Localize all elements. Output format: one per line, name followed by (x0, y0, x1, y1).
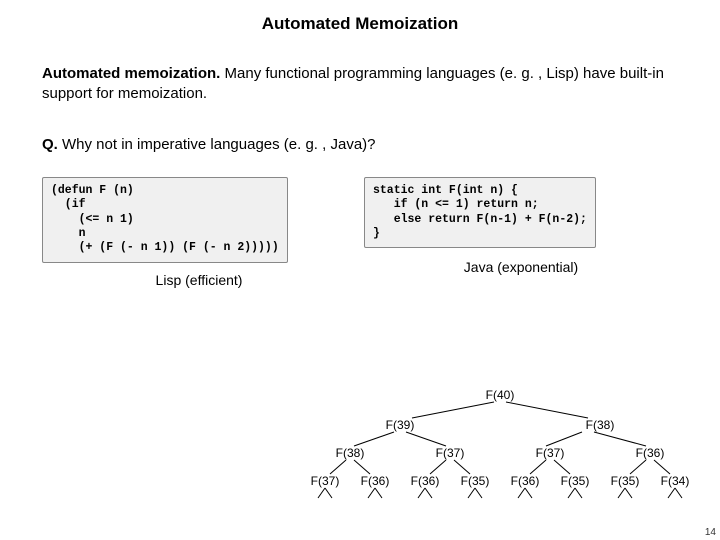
tree-node-l4-5: F(35) (561, 474, 590, 488)
java-column: static int F(int n) { if (n <= 1) return… (356, 177, 678, 277)
tree-node-l4-3: F(35) (461, 474, 490, 488)
tree-node-l4-7: F(34) (661, 474, 690, 488)
tree-node-l4-6: F(35) (611, 474, 640, 488)
question-text: Why not in imperative languages (e. g. ,… (58, 136, 376, 153)
slide-body: Automated memoization. Many functional p… (0, 64, 720, 290)
tree-node-l4-1: F(36) (361, 474, 390, 488)
recursion-tree: F(40) F(39) F(38) F(38) F(37) F(37) F(36… (300, 388, 700, 518)
paragraph-memoization: Automated memoization. Many functional p… (42, 64, 678, 105)
tree-node-l3-2: F(37) (536, 446, 565, 460)
slide-title: Automated Memoization (0, 0, 720, 34)
tree-node-l2-1: F(38) (586, 418, 615, 432)
tree-node-l4-4: F(36) (511, 474, 540, 488)
lisp-column: (defun F (n) (if (<= n 1) n (+ (F (- n 1… (42, 177, 356, 290)
tree-node-l3-0: F(38) (336, 446, 365, 460)
lisp-code-box: (defun F (n) (if (<= n 1) n (+ (F (- n 1… (42, 177, 288, 263)
tree-node-l4-0: F(37) (311, 474, 340, 488)
question-label: Q. (42, 136, 58, 153)
java-caption: Java (exponential) (364, 258, 678, 277)
tree-node-root: F(40) (486, 388, 515, 402)
tree-node-l4-2: F(36) (411, 474, 440, 488)
page-number: 14 (705, 527, 716, 538)
tree-node-l3-1: F(37) (436, 446, 465, 460)
java-code-box: static int F(int n) { if (n <= 1) return… (364, 177, 596, 249)
tree-node-l3-3: F(36) (636, 446, 665, 460)
lead-bold: Automated memoization. (42, 65, 220, 82)
question-line: Q. Why not in imperative languages (e. g… (42, 135, 678, 155)
lisp-caption: Lisp (efficient) (42, 271, 356, 290)
tree-node-l2-0: F(39) (386, 418, 415, 432)
code-row: (defun F (n) (if (<= n 1) n (+ (F (- n 1… (42, 177, 678, 290)
